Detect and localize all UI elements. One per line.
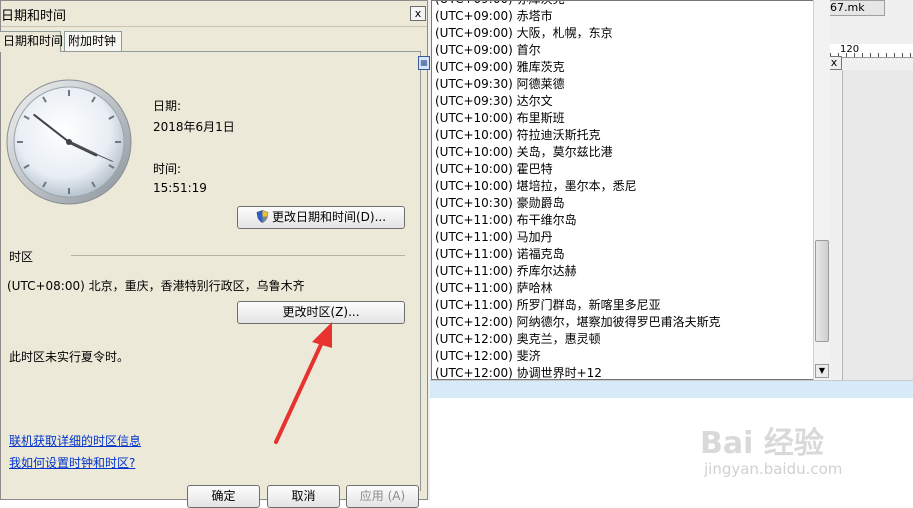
timezone-option[interactable]: (UTC+11:00) 布干维尔岛 [432,212,829,229]
timezone-option[interactable]: (UTC+11:00) 所罗门群岛，新喀里多尼亚 [432,297,829,314]
tab-date-time[interactable]: 日期和时间 [0,31,63,52]
timezone-option[interactable]: (UTC+09:00) 亦库茨克 [432,1,829,8]
calendar-icon[interactable]: ▦ [418,56,430,70]
dropdown-scrollbar[interactable]: ▼ [813,0,830,380]
timezone-option[interactable]: (UTC+09:30) 达尔文 [432,93,829,110]
dialog-titlebar: 日期和时间 x [1,1,427,27]
shield-icon [256,210,269,223]
date-time-dialog: 日期和时间 x 日期和时间 附加时钟 日期: 2018年6月1日 时间: 15:… [0,0,428,508]
change-date-time-button[interactable]: 更改日期和时间(D)... [237,206,405,229]
timezone-option[interactable]: (UTC+11:00) 萨哈林 [432,280,829,297]
background-ruler: 120 [830,44,913,58]
timezone-option[interactable]: (UTC+10:30) 豪勋爵岛 [432,195,829,212]
timezone-option[interactable]: (UTC+12:00) 斐济 [432,348,829,365]
timezone-option[interactable]: (UTC+11:00) 诺福克岛 [432,246,829,263]
dialog-title: 日期和时间 [1,9,67,24]
timezone-option[interactable]: (UTC+12:00) 奥克兰，惠灵顿 [432,331,829,348]
ok-button[interactable]: 确定 [187,485,260,508]
timezone-option[interactable]: (UTC+12:00) 阿纳德尔，堪察加彼得罗巴甫洛夫斯克 [432,314,829,331]
timezone-dropdown-list[interactable]: (UTC+09:00) 亦库茨克(UTC+09:00) 赤塔市(UTC+09:0… [431,0,830,380]
background-panel [842,70,913,380]
watermark-logo: Bai 经验 [700,426,824,461]
timezone-option[interactable]: (UTC+10:00) 霍巴特 [432,161,829,178]
dst-note: 此时区未实行夏令时。 [9,350,130,364]
time-value: 15:51:19 [153,181,207,195]
close-icon[interactable]: x [410,6,426,21]
clock-icon [6,79,132,205]
annotation-arrow [274,322,332,444]
timezone-heading: 时区 [9,250,34,264]
timezone-option[interactable]: (UTC+10:00) 布里斯班 [432,110,829,127]
apply-button[interactable]: 应用 (A) [346,485,419,508]
watermark-url: jingyan.baidu.com [704,460,843,478]
timezone-option[interactable]: (UTC+09:00) 雅库茨克 [432,59,829,76]
time-label: 时间: [153,162,182,176]
timezone-option[interactable]: (UTC+11:00) 乔库尔达赫 [432,263,829,280]
cancel-button[interactable]: 取消 [267,485,340,508]
timezone-option[interactable]: (UTC+12:00) 协调世界时+12 [432,365,829,379]
timezone-option[interactable]: (UTC+10:00) 符拉迪沃斯托克 [432,127,829,144]
background-highlight-row [430,381,913,398]
date-label: 日期: [153,99,182,113]
background-document [430,380,913,500]
background-tab[interactable]: 67.mk [825,0,885,16]
online-timezone-info-link[interactable]: 联机获取详细的时区信息 [9,432,141,449]
how-to-set-clock-link[interactable]: 我如何设置时钟和时区? [9,454,135,471]
timezone-option[interactable]: (UTC+10:00) 关岛，莫尔兹比港 [432,144,829,161]
timezone-option[interactable]: (UTC+09:30) 阿德莱德 [432,76,829,93]
timezone-option[interactable]: (UTC+09:00) 大阪，札幌，东京 [432,25,829,42]
timezone-option[interactable]: (UTC+10:00) 堪培拉，墨尔本，悉尼 [432,178,829,195]
tab-additional-clocks[interactable]: 附加时钟 [64,31,122,51]
timezone-option[interactable]: (UTC+09:00) 赤塔市 [432,8,829,25]
date-value: 2018年6月1日 [153,120,235,134]
chevron-down-icon[interactable]: ▼ [815,364,829,378]
change-date-time-label: 更改日期和时间(D)... [271,210,387,224]
timezone-value: (UTC+08:00) 北京，重庆，香港特别行政区，乌鲁木齐 [7,279,305,293]
scrollbar-thumb[interactable] [815,240,829,342]
timezone-option[interactable]: (UTC+11:00) 马加丹 [432,229,829,246]
timezone-list: (UTC+09:00) 亦库茨克(UTC+09:00) 赤塔市(UTC+09:0… [432,1,829,379]
divider [71,255,405,256]
timezone-option[interactable]: (UTC+09:00) 首尔 [432,42,829,59]
